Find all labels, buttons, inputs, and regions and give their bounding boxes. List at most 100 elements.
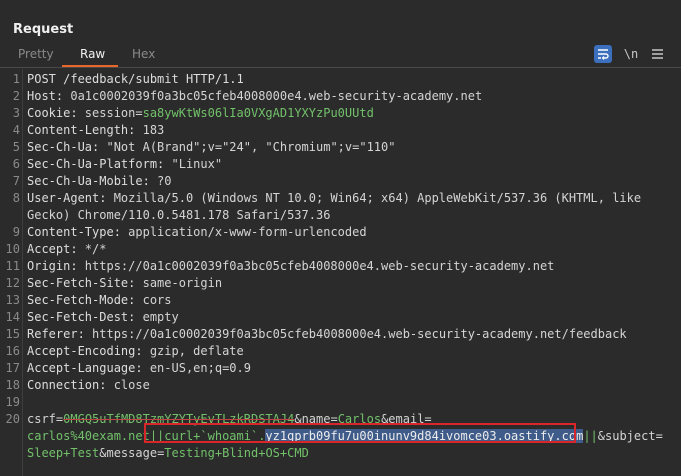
- request-line: Cookie: session=sa8ywKtWs06lIa0VXgAD1YXY…: [27, 105, 374, 122]
- request-line: Sleep+Test&message=Testing+Blind+OS+CMD: [27, 445, 309, 462]
- token: csrf: [27, 412, 56, 426]
- panel-title: Request: [13, 22, 74, 37]
- request-line: Accept: */*: [27, 241, 106, 258]
- token: Connection:: [27, 378, 114, 392]
- line-number: 5: [12, 140, 20, 154]
- token: Sec-Fetch-Site:: [27, 276, 143, 290]
- line-number-gutter: 1 2 3 4 5 6 7 8 9 10 11 12 13 14 15 16 17 18 19 20: [0, 69, 23, 476]
- request-line: Accept-Language: en-US,en;q=0.9: [27, 360, 251, 377]
- token: en-US,en;q=0.9: [149, 361, 251, 375]
- token: ||: [583, 429, 598, 443]
- request-line: User-Agent: Mozilla/5.0 (Windows NT 10.0…: [27, 190, 641, 207]
- token: message: [106, 446, 158, 460]
- request-line: Content-Type: application/x-www-form-url…: [27, 224, 367, 241]
- token: subject: [605, 429, 656, 443]
- tab-hex[interactable]: Hex: [132, 47, 155, 61]
- request-line: POST /feedback/submit HTTP/1.1: [27, 71, 244, 88]
- menu-icon: [651, 49, 663, 59]
- request-line: Accept-Encoding: gzip, deflate: [27, 343, 244, 360]
- line-number: 17: [5, 361, 20, 375]
- wrap-icon: [598, 49, 609, 60]
- line-number: 12: [5, 276, 20, 290]
- token: =: [655, 429, 663, 443]
- token: Sec-Ch-Ua-Platform:: [27, 157, 172, 171]
- wrap-lines-button[interactable]: [594, 45, 612, 63]
- request-line: Host: 0a1c0002039f0a3bc05cfeb4008000e4.w…: [27, 88, 482, 105]
- request-line: Gecko) Chrome/110.0.5481.178 Safari/537.…: [27, 207, 330, 224]
- token: Origin:: [27, 259, 85, 273]
- token: &: [597, 429, 605, 443]
- token: empty: [142, 310, 179, 324]
- token: Accept-Language:: [27, 361, 150, 375]
- options-menu-button[interactable]: [648, 45, 666, 63]
- token: Gecko) Chrome/110.0.5481.178 Safari/537.…: [27, 208, 331, 222]
- request-line: Sec-Fetch-Site: same-origin: [27, 275, 222, 292]
- token: same-origin: [142, 276, 223, 290]
- line-number: 9: [12, 225, 20, 239]
- request-line: Content-Length: 183: [27, 122, 164, 139]
- request-line: Referer: https://0a1c0002039f0a3bc05cfeb…: [27, 326, 627, 343]
- token: https://0a1c0002039f0a3bc05cfeb4008000e4…: [92, 327, 627, 341]
- token: https://0a1c0002039f0a3bc05cfeb4008000e4…: [84, 259, 555, 273]
- payload-highlight-box: [144, 423, 576, 443]
- token: sa8ywKtWs06lIa0VXgAD1YXYzPu0UUtd: [142, 106, 374, 120]
- token: Sec-Ch-Ua:: [27, 140, 107, 154]
- line-number: 13: [5, 293, 20, 307]
- token: Testing+Blind+OS+CMD: [164, 446, 309, 460]
- line-number: 20: [5, 412, 20, 426]
- line-number: 6: [12, 157, 20, 171]
- request-line: Sec-Ch-Ua-Platform: "Linux": [27, 156, 222, 173]
- request-line: Origin: https://0a1c0002039f0a3bc05cfeb4…: [27, 258, 554, 275]
- request-line: Sec-Ch-Ua-Mobile: ?0: [27, 173, 172, 190]
- show-newlines-button[interactable]: \n: [622, 45, 640, 63]
- line-number: 2: [12, 89, 20, 103]
- token: application/x-www-form-urlencoded: [128, 225, 367, 239]
- token: session: [84, 106, 136, 120]
- line-number: 7: [12, 174, 20, 188]
- token: Content-Length:: [27, 123, 143, 137]
- line-number: 8: [12, 191, 20, 205]
- token: Sec-Fetch-Mode:: [27, 293, 143, 307]
- request-line: Sec-Fetch-Mode: cors: [27, 292, 172, 309]
- request-line: Sec-Fetch-Dest: empty: [27, 309, 179, 326]
- view-tabs: Pretty Raw Hex \n: [0, 43, 681, 68]
- token: Sec-Fetch-Dest:: [27, 310, 143, 324]
- token: Content-Type:: [27, 225, 129, 239]
- token: Referer:: [27, 327, 93, 341]
- tab-raw[interactable]: Raw: [80, 47, 105, 61]
- token: Sleep+Test: [27, 446, 100, 460]
- token: User-Agent:: [27, 191, 114, 205]
- token: */*: [84, 242, 107, 256]
- line-number: 3: [12, 106, 20, 120]
- token: Mozilla/5.0 (Windows NT 10.0; Win64; x64…: [113, 191, 642, 205]
- token: "Linux": [171, 157, 223, 171]
- line-number: 18: [5, 378, 20, 392]
- line-number: 16: [5, 344, 20, 358]
- active-tab-indicator: [62, 65, 118, 67]
- token: Accept:: [27, 242, 85, 256]
- line-number: 19: [5, 395, 20, 409]
- token: ?0: [157, 174, 172, 188]
- token: gzip, deflate: [149, 344, 244, 358]
- line-number: 10: [5, 242, 20, 256]
- line-number: 11: [5, 259, 20, 273]
- token: cors: [142, 293, 172, 307]
- token: Sec-Ch-Ua-Mobile:: [27, 174, 158, 188]
- token: 0a1c0002039f0a3bc05cfeb4008000e4.web-sec…: [70, 89, 483, 103]
- line-number: 15: [5, 327, 20, 341]
- request-line: Sec-Ch-Ua: "Not A(Brand";v="24", "Chromi…: [27, 139, 395, 156]
- token: Accept-Encoding:: [27, 344, 150, 358]
- token: Host:: [27, 89, 71, 103]
- tab-pretty[interactable]: Pretty: [18, 47, 54, 61]
- token: POST /feedback/submit HTTP/1.1: [27, 72, 244, 86]
- line-number: 4: [12, 123, 20, 137]
- token: =: [135, 106, 143, 120]
- token: Cookie:: [27, 106, 85, 120]
- token: carlos%40exam.net: [27, 429, 150, 443]
- token: "Not A(Brand";v="24", "Chromium";v="110": [106, 140, 396, 154]
- token: 183: [142, 123, 165, 137]
- line-number: 1: [12, 72, 20, 86]
- line-number: 14: [5, 310, 20, 324]
- request-line: Connection: close: [27, 377, 150, 394]
- request-editor[interactable]: 1 2 3 4 5 6 7 8 9 10 11 12 13 14 15 16 17 18 19 20 POST /fe…: [0, 69, 681, 476]
